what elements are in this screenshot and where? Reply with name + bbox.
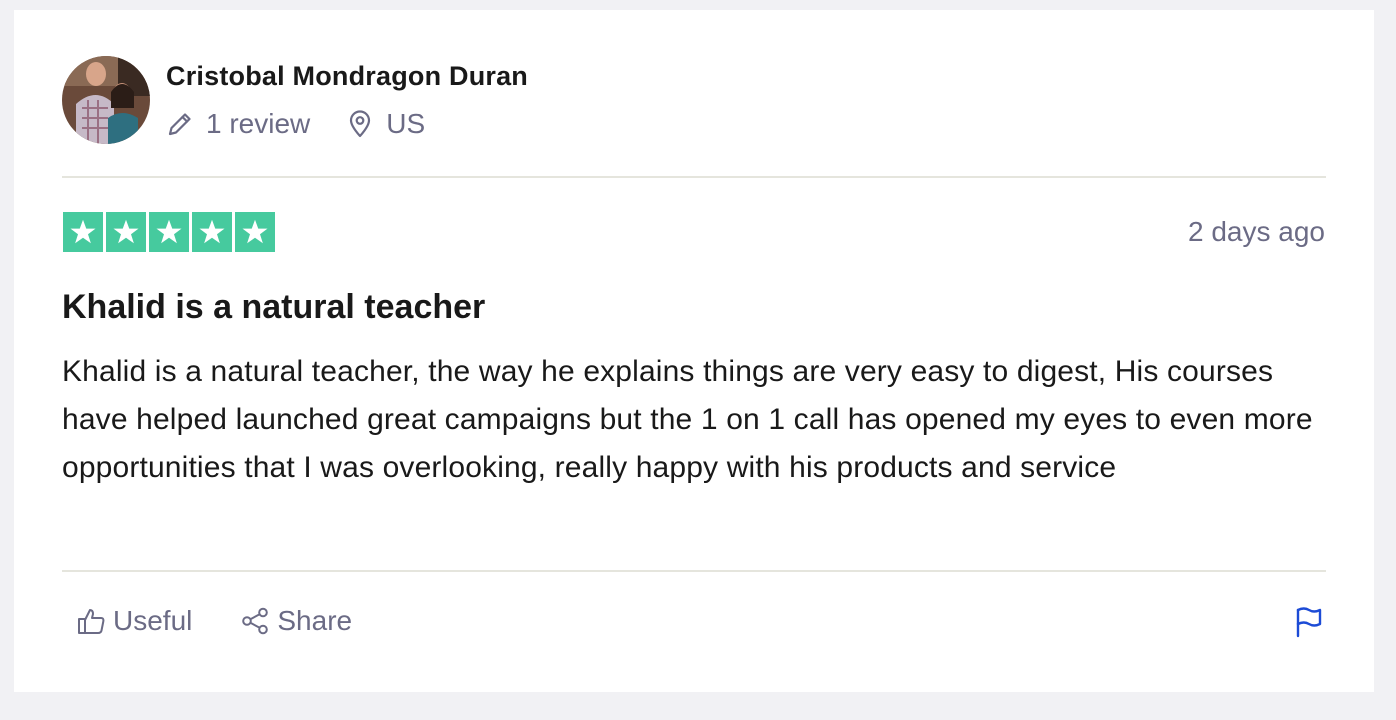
reviewer-profile: Cristobal Mondragon Duran 1 review US	[166, 57, 528, 143]
star-icon	[199, 219, 225, 244]
useful-label: Useful	[113, 605, 193, 636]
review-date: 2 days ago	[1188, 216, 1325, 247]
review-body: Khalid is a natural teacher, the way he …	[62, 355, 1313, 484]
star-box	[149, 212, 189, 252]
star-box	[63, 212, 103, 252]
star-rating	[63, 212, 278, 252]
share-icon	[240, 606, 270, 636]
review-title[interactable]: Khalid is a natural teacher	[62, 286, 485, 328]
useful-button[interactable]: Useful	[76, 602, 192, 640]
star-icon	[70, 219, 96, 244]
star-box	[192, 212, 232, 252]
review-card: Cristobal Mondragon Duran 1 review US 2 …	[14, 10, 1374, 692]
header-divider	[62, 176, 1326, 178]
review-actions: Useful Share	[76, 602, 352, 640]
star-box	[235, 212, 275, 252]
reviewer-header: Cristobal Mondragon Duran 1 review US	[62, 56, 528, 144]
star-box	[106, 212, 146, 252]
star-icon	[113, 219, 139, 244]
reviewer-location: US	[346, 105, 425, 143]
footer-divider	[62, 570, 1326, 572]
reviewer-name[interactable]: Cristobal Mondragon Duran	[166, 57, 528, 95]
location-pin-icon	[346, 110, 374, 138]
flag-icon	[1294, 606, 1324, 643]
review-count-label: 1 review	[206, 108, 311, 139]
reviewer-meta: 1 review US	[166, 105, 528, 143]
share-label: Share	[277, 605, 353, 636]
star-icon	[242, 219, 268, 244]
pencil-icon	[166, 110, 194, 138]
country-label: US	[386, 108, 426, 139]
report-flag-button[interactable]	[1292, 606, 1326, 643]
review-count: 1 review	[166, 105, 310, 143]
star-icon	[156, 219, 182, 244]
thumbs-up-icon	[76, 606, 106, 636]
reviewer-avatar[interactable]	[62, 56, 150, 144]
share-button[interactable]: Share	[240, 602, 352, 640]
